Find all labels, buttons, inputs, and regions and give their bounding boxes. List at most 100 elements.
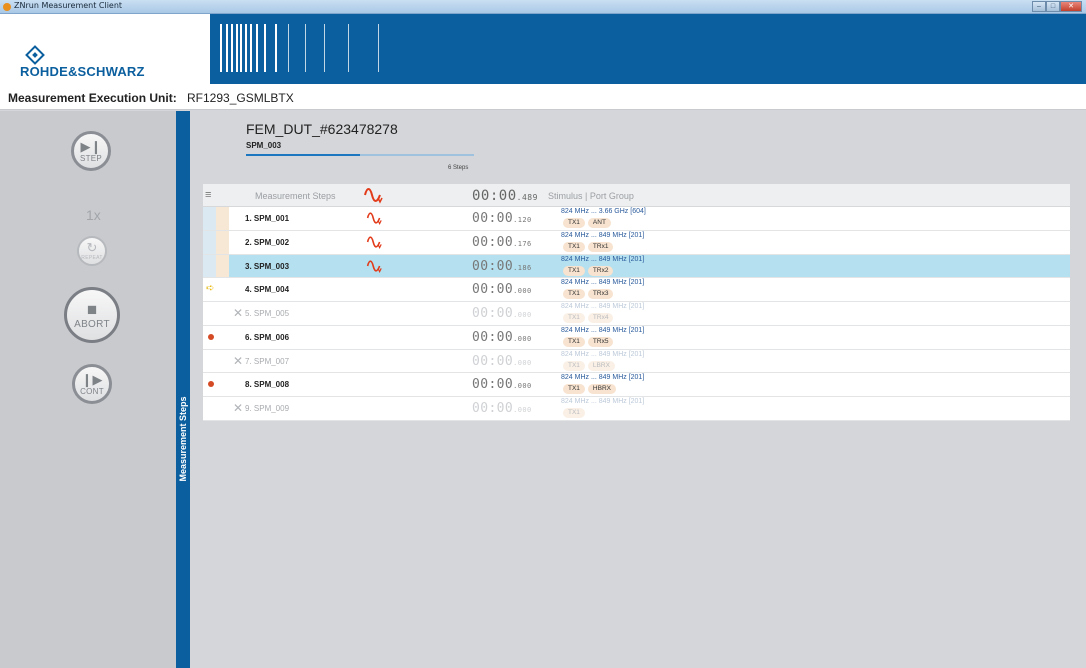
table-row[interactable]: 8. SPM_008 00:00.000 824 MHz ... 849 MHz [… bbox=[203, 373, 1070, 397]
continue-button[interactable]: ❙▶ CONT bbox=[72, 364, 112, 404]
table-row[interactable]: 1. SPM_001 00:00.120 824 MHz ... 3.66 GHz … bbox=[203, 207, 1070, 231]
row-skip-cell[interactable] bbox=[216, 207, 229, 230]
step-name: 4. SPM_004 bbox=[245, 285, 290, 295]
stimulus-range: 824 MHz ... 849 MHz [201] bbox=[561, 231, 645, 239]
repeat-icon: ↻ bbox=[86, 240, 98, 255]
row-skip-cell[interactable] bbox=[216, 254, 229, 278]
port-group: TX1 ANT bbox=[563, 218, 611, 228]
stimulus-range: 824 MHz ... 849 MHz [201] bbox=[561, 279, 645, 287]
continue-icon: ❙▶ bbox=[81, 371, 103, 387]
current-step-label: SPM_003 bbox=[246, 141, 282, 150]
table-row[interactable]: ✕ 5. SPM_005 00:00.000 824 MHz ... 849 MHz … bbox=[203, 302, 1070, 326]
step-name: 3. SPM_003 bbox=[245, 261, 290, 271]
step-label: STEP bbox=[79, 153, 103, 163]
port-tag: TX1 bbox=[563, 384, 585, 395]
port-group: TX1 TRx4 bbox=[563, 313, 614, 323]
step-name: 8. SPM_008 bbox=[245, 380, 290, 390]
row-skip-cell[interactable] bbox=[216, 230, 229, 254]
repeat-count: 1x bbox=[86, 207, 101, 223]
maximize-button[interactable]: □ bbox=[1046, 1, 1060, 12]
menu-icon[interactable]: ≡ bbox=[205, 190, 211, 201]
step-time-ms: .000 bbox=[513, 287, 532, 296]
window-title: ZNrun Measurement Client bbox=[14, 1, 123, 10]
row-skip-cell[interactable] bbox=[216, 278, 229, 301]
row-status-cell[interactable] bbox=[203, 326, 216, 349]
total-time-ms: .489 bbox=[516, 193, 538, 202]
step-time: 00:00.000 bbox=[472, 282, 532, 297]
row-skip-cell[interactable]: ✕ bbox=[216, 302, 243, 325]
step-time: 00:00.000 bbox=[472, 354, 532, 369]
table-row[interactable]: ➪ 4. SPM_004 00:00.000 824 MHz ... 849 MHz … bbox=[203, 278, 1070, 302]
table-empty-area bbox=[203, 424, 1070, 664]
step-time-ms: .176 bbox=[513, 239, 532, 248]
row-status-cell[interactable] bbox=[203, 254, 216, 278]
port-tag: TRx1 bbox=[587, 241, 614, 252]
port-tag: TX1 bbox=[563, 408, 585, 418]
table-row[interactable]: 3. SPM_003 00:00.186 824 MHz ... 849 MHz [… bbox=[203, 254, 1070, 279]
dut-title: FEM_DUT_#623478278 bbox=[246, 121, 398, 137]
execution-unit-value: RF1293_GSMLBTX bbox=[187, 91, 294, 105]
breakpoint-icon[interactable] bbox=[208, 381, 214, 388]
row-skip-cell[interactable]: ✕ bbox=[216, 397, 243, 420]
step-time-ms: .000 bbox=[513, 358, 532, 367]
main-area: FEM_DUT_#623478278 SPM_003 6 Steps ≡ Mea… bbox=[190, 111, 1086, 668]
row-status-cell[interactable] bbox=[203, 350, 216, 373]
port-tag: TX1 bbox=[563, 241, 585, 252]
stimulus-range: 824 MHz ... 3.66 GHz [604] bbox=[561, 208, 646, 215]
port-group: TX1 bbox=[563, 408, 585, 418]
step-time-main: 00:00 bbox=[472, 306, 514, 321]
row-status-cell[interactable] bbox=[203, 397, 216, 420]
port-group: TX1 TRx1 bbox=[563, 241, 614, 252]
step-time-main: 00:00 bbox=[472, 282, 514, 298]
row-status-cell[interactable] bbox=[203, 207, 216, 230]
step-icon: ▶❙ bbox=[80, 138, 102, 154]
close-button[interactable]: ✕ bbox=[1060, 1, 1082, 12]
repeat-button[interactable]: ↻ REPEAT bbox=[77, 236, 107, 266]
port-group: TX1 TRx2 bbox=[563, 265, 614, 276]
step-name: 5. SPM_005 bbox=[245, 309, 290, 318]
progress-bar bbox=[246, 154, 474, 156]
port-group: TX1 TRx5 bbox=[563, 336, 614, 347]
stimulus-range: 824 MHz ... 849 MHz [201] bbox=[561, 350, 645, 358]
breakpoint-icon[interactable] bbox=[208, 333, 214, 340]
row-skip-cell[interactable] bbox=[216, 326, 229, 349]
step-name: 6. SPM_006 bbox=[245, 332, 290, 342]
row-skip-cell[interactable] bbox=[216, 373, 229, 396]
table-row[interactable]: 2. SPM_002 00:00.176 824 MHz ... 849 MHz [… bbox=[203, 230, 1070, 255]
execution-unit-bar: Measurement Execution Unit: RF1293_GSMLB… bbox=[0, 84, 1086, 110]
header-stimulus: Stimulus | Port Group bbox=[548, 191, 634, 201]
brand-logo: ROHDE&SCHWARZ bbox=[0, 14, 210, 84]
skip-icon[interactable]: ✕ bbox=[233, 306, 243, 320]
step-time-main: 00:00 bbox=[472, 377, 514, 393]
header-steps: Measurement Steps bbox=[255, 191, 336, 201]
step-time-main: 00:00 bbox=[472, 353, 514, 369]
table-row[interactable]: 6. SPM_006 00:00.000 824 MHz ... 849 MHz [… bbox=[203, 325, 1070, 350]
row-status-cell[interactable] bbox=[203, 230, 216, 254]
app-icon bbox=[3, 3, 11, 11]
skip-icon[interactable]: ✕ bbox=[233, 354, 243, 368]
abort-button[interactable]: ■ ABORT bbox=[64, 287, 120, 343]
step-time-main: 00:00 bbox=[472, 401, 514, 416]
repeat-label: REPEAT bbox=[81, 255, 103, 261]
step-button[interactable]: ▶❙ STEP bbox=[71, 131, 111, 171]
row-status-cell[interactable] bbox=[203, 373, 216, 396]
row-skip-cell[interactable]: ✕ bbox=[216, 350, 243, 373]
skip-icon[interactable]: ✕ bbox=[233, 401, 243, 415]
step-time-ms: .120 bbox=[513, 216, 532, 224]
port-tag: LBRX bbox=[587, 360, 615, 371]
table-row[interactable]: ✕ 9. SPM_009 00:00.000 824 MHz ... 849 MHz … bbox=[203, 397, 1070, 421]
steps-table: ≡ Measurement Steps 00:00.489 Stimulus |… bbox=[203, 184, 1070, 421]
measurement-steps-tab[interactable] bbox=[176, 111, 190, 668]
minimize-button[interactable]: ‒ bbox=[1032, 1, 1046, 12]
app-header: ROHDE&SCHWARZ bbox=[0, 14, 1086, 84]
step-name: 1. SPM_001 bbox=[245, 214, 290, 223]
step-time-main: 00:00 bbox=[472, 211, 514, 226]
port-tag: TRx5 bbox=[587, 336, 614, 347]
row-status-cell[interactable] bbox=[203, 302, 216, 325]
row-status-cell[interactable]: ➪ bbox=[203, 278, 216, 301]
step-time-ms: .000 bbox=[513, 311, 532, 319]
step-name: 9. SPM_009 bbox=[245, 404, 290, 413]
waveform-icon bbox=[366, 259, 382, 273]
table-row[interactable]: ✕ 7. SPM_007 00:00.000 824 MHz ... 849 MHz … bbox=[203, 349, 1070, 374]
measurement-steps-tab-label: Measurement Steps bbox=[178, 396, 188, 482]
